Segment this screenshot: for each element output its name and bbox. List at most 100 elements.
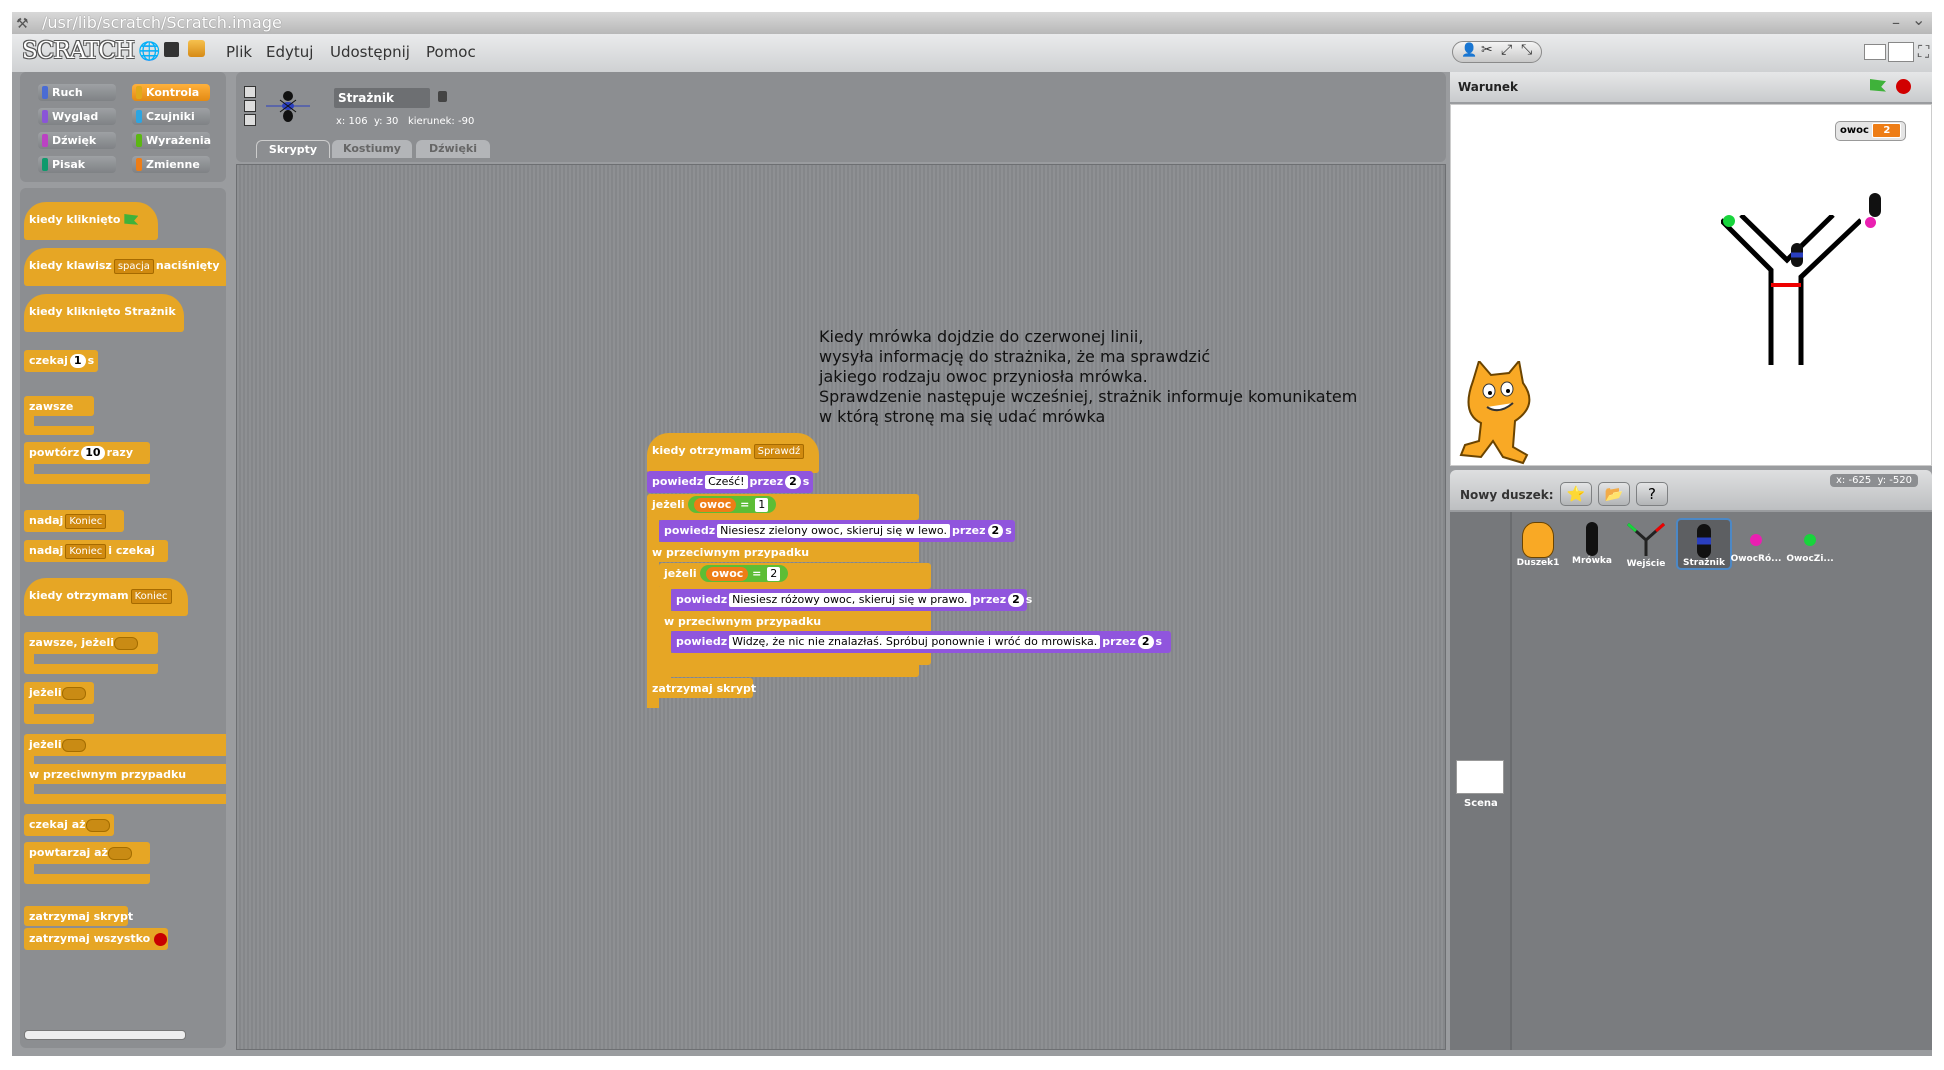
sprite-tile-duszek1[interactable]: Duszek1 — [1512, 522, 1564, 568]
key-dropdown[interactable]: spacja — [113, 259, 154, 274]
category-kontrola[interactable]: Kontrola — [132, 84, 210, 101]
say-secs-input[interactable]: 2 — [785, 475, 801, 489]
menu-chevron-button[interactable]: ⌄ — [1912, 9, 1925, 31]
palette-repeat-until-block[interactable]: powtarzaj aż — [24, 842, 150, 864]
repeat-count-input[interactable]: 10 — [81, 446, 105, 460]
category-ruch[interactable]: Ruch — [38, 84, 116, 101]
no-rotate-icon[interactable] — [244, 114, 256, 126]
small-stage-icon[interactable] — [1864, 44, 1886, 60]
menu-plik[interactable]: Plik — [226, 43, 252, 61]
broadcast-dropdown[interactable]: Koniec — [65, 514, 107, 529]
script-stop-script-block[interactable]: zatrzymaj skrypt — [647, 678, 756, 698]
random-sprite-button[interactable]: ? — [1636, 482, 1668, 506]
palette-if-block[interactable]: jeżeli — [24, 682, 94, 704]
palette-forever-block[interactable]: zawsze — [24, 396, 94, 416]
say-text-input[interactable]: Niesiesz różowy owoc, skieruj się w praw… — [729, 593, 971, 607]
stage-thumbnail[interactable] — [1456, 760, 1504, 794]
category-czujniki[interactable]: Czujniki — [132, 108, 210, 125]
delete-tool-icon[interactable]: ✂ — [1481, 42, 1493, 58]
palette-when-flag-block[interactable]: kiedy kliknięto — [24, 202, 158, 240]
wait-value-input[interactable]: 1 — [69, 354, 86, 368]
stop-icon[interactable] — [1896, 79, 1911, 94]
paint-new-sprite-button[interactable]: ⭐ — [1560, 482, 1592, 506]
language-globe-icon[interactable]: 🌐 — [138, 41, 160, 62]
condition-slot[interactable] — [114, 636, 139, 650]
condition-slot[interactable] — [61, 686, 86, 700]
script-say-green-block[interactable]: powiedz Niesiesz zielony owoc, skieruj si… — [659, 520, 1015, 542]
tab-dzwieki[interactable]: Dźwięki — [416, 140, 490, 158]
choose-sprite-file-button[interactable]: 📂 — [1598, 482, 1630, 506]
shrink-tool-icon[interactable]: ⤡ — [1521, 42, 1532, 58]
save-icon[interactable] — [164, 42, 179, 57]
sprite-tile-wejscie[interactable]: Wejście — [1620, 522, 1672, 569]
block-label: s — [1005, 524, 1012, 537]
script-when-receive-block[interactable]: kiedy otrzymam Sprawdź — [647, 433, 819, 473]
palette-repeat-block[interactable]: powtórz 10 razy — [24, 442, 150, 464]
condition-slot[interactable] — [85, 818, 110, 832]
receive-dropdown[interactable]: Koniec — [130, 589, 172, 604]
owoc-variable[interactable]: owoc — [706, 567, 749, 581]
lock-icon[interactable] — [438, 91, 447, 102]
palette-forever-if-block[interactable]: zawsze, jeżeli — [24, 632, 158, 654]
presentation-mode-icon[interactable]: ⛶ — [1918, 42, 1929, 62]
palette-wait-until-block[interactable]: czekaj aż — [24, 814, 114, 836]
say-secs-input[interactable]: 2 — [1008, 593, 1024, 607]
say-text-input[interactable]: Cześć! — [705, 475, 748, 489]
say-secs-input[interactable]: 2 — [1137, 635, 1154, 649]
script-say-nothing-block[interactable]: powiedz Widzę, że nic nie znalazłaś. Spró… — [671, 631, 1171, 653]
category-wyglad[interactable]: Wygląd — [38, 108, 116, 125]
broadcast-wait-dropdown[interactable]: Koniec — [65, 544, 107, 559]
palette-wait-block[interactable]: czekaj 1 s — [24, 350, 98, 372]
category-pisak[interactable]: Pisak — [38, 156, 116, 173]
message-dropdown[interactable]: Sprawdź — [753, 444, 805, 459]
category-wyrazenia[interactable]: Wyrażenia — [132, 132, 211, 149]
say-text-input[interactable]: Niesiesz zielony owoc, skieruj się w lew… — [717, 524, 950, 538]
flip-style-icon[interactable] — [244, 100, 256, 112]
condition-slot[interactable] — [107, 846, 132, 860]
sprite-tile-owoc-zielony[interactable]: OwocZi... — [1784, 522, 1836, 564]
palette-scrollbar[interactable] — [24, 1030, 186, 1040]
equals-operator[interactable]: owoc = 1 — [688, 496, 777, 513]
menu-udostepnij[interactable]: Udostępnij — [330, 43, 410, 61]
equals-operator[interactable]: owoc = 2 — [700, 565, 789, 582]
owoc-variable[interactable]: owoc — [694, 498, 737, 512]
sprite-tile-mrowka[interactable]: Mrówka — [1566, 522, 1618, 566]
palette-broadcast-wait-block[interactable]: nadaj Koniec i czekaj — [24, 540, 168, 562]
palette-stop-script-block[interactable]: zatrzymaj skrypt — [24, 906, 133, 926]
palette-when-receive-block[interactable]: kiedy otrzymam Koniec — [24, 578, 188, 616]
rotate-style-icon[interactable] — [244, 86, 256, 98]
menu-pomoc[interactable]: Pomoc — [426, 43, 476, 61]
tab-skrypty[interactable]: Skrypty — [256, 140, 330, 158]
palette-when-key-block[interactable]: kiedy klawisz spacja naciśnięty — [24, 248, 226, 286]
category-zmienne[interactable]: Zmienne — [132, 156, 210, 173]
scripts-area[interactable]: Kiedy mrówka dojdzie do czerwonej linii,… — [236, 164, 1446, 1050]
compare-value-input[interactable]: 1 — [755, 498, 769, 512]
sprite-tile-owoc-rozowy[interactable]: OwocRó... — [1730, 522, 1782, 564]
menu-edytuj[interactable]: Edytuj — [266, 43, 313, 61]
script-say-pink-block[interactable]: powiedz Niesiesz różowy owoc, skieruj się… — [671, 589, 1032, 611]
stage-canvas[interactable]: owoc 2 — [1450, 104, 1932, 466]
palette-stop-all-block[interactable]: zatrzymaj wszystko — [24, 928, 168, 950]
category-dzwiek[interactable]: Dźwięk — [38, 132, 116, 149]
compare-value-input[interactable]: 2 — [767, 567, 781, 581]
say-secs-input[interactable]: 2 — [987, 524, 1004, 538]
block-label: przez — [749, 475, 784, 488]
share-icon[interactable] — [188, 40, 205, 57]
green-flag-icon[interactable] — [1870, 79, 1886, 92]
palette-broadcast-block[interactable]: nadaj Koniec — [24, 510, 124, 532]
grow-tool-icon[interactable]: ⤢ — [1501, 42, 1512, 58]
script-if-else-1-block[interactable]: jeżeli owoc = 1 — [647, 494, 919, 520]
tab-kostiumy[interactable]: Kostiumy — [332, 140, 412, 158]
script-comment[interactable]: Kiedy mrówka dojdzie do czerwonej linii,… — [819, 327, 1357, 427]
normal-stage-icon[interactable] — [1888, 42, 1914, 62]
palette-if-else-block[interactable]: jeżeli — [24, 734, 226, 756]
palette-when-clicked-block[interactable]: kiedy kliknięto Strażnik — [24, 294, 184, 332]
condition-slot[interactable] — [61, 738, 86, 752]
sprite-tile-straznik[interactable]: Strażnik — [1676, 518, 1732, 570]
duplicate-tool-icon[interactable]: 👤 — [1461, 43, 1477, 58]
minimize-button[interactable]: – — [1892, 12, 1900, 34]
script-say-hello-block[interactable]: powiedz Cześć! przez 2 s — [647, 471, 813, 493]
script-if-else-2-block[interactable]: jeżeli owoc = 2 — [659, 563, 931, 589]
say-text-input[interactable]: Widzę, że nic nie znalazłaś. Spróbuj pon… — [729, 635, 1101, 649]
sprite-name-field[interactable]: Strażnik — [334, 88, 430, 108]
